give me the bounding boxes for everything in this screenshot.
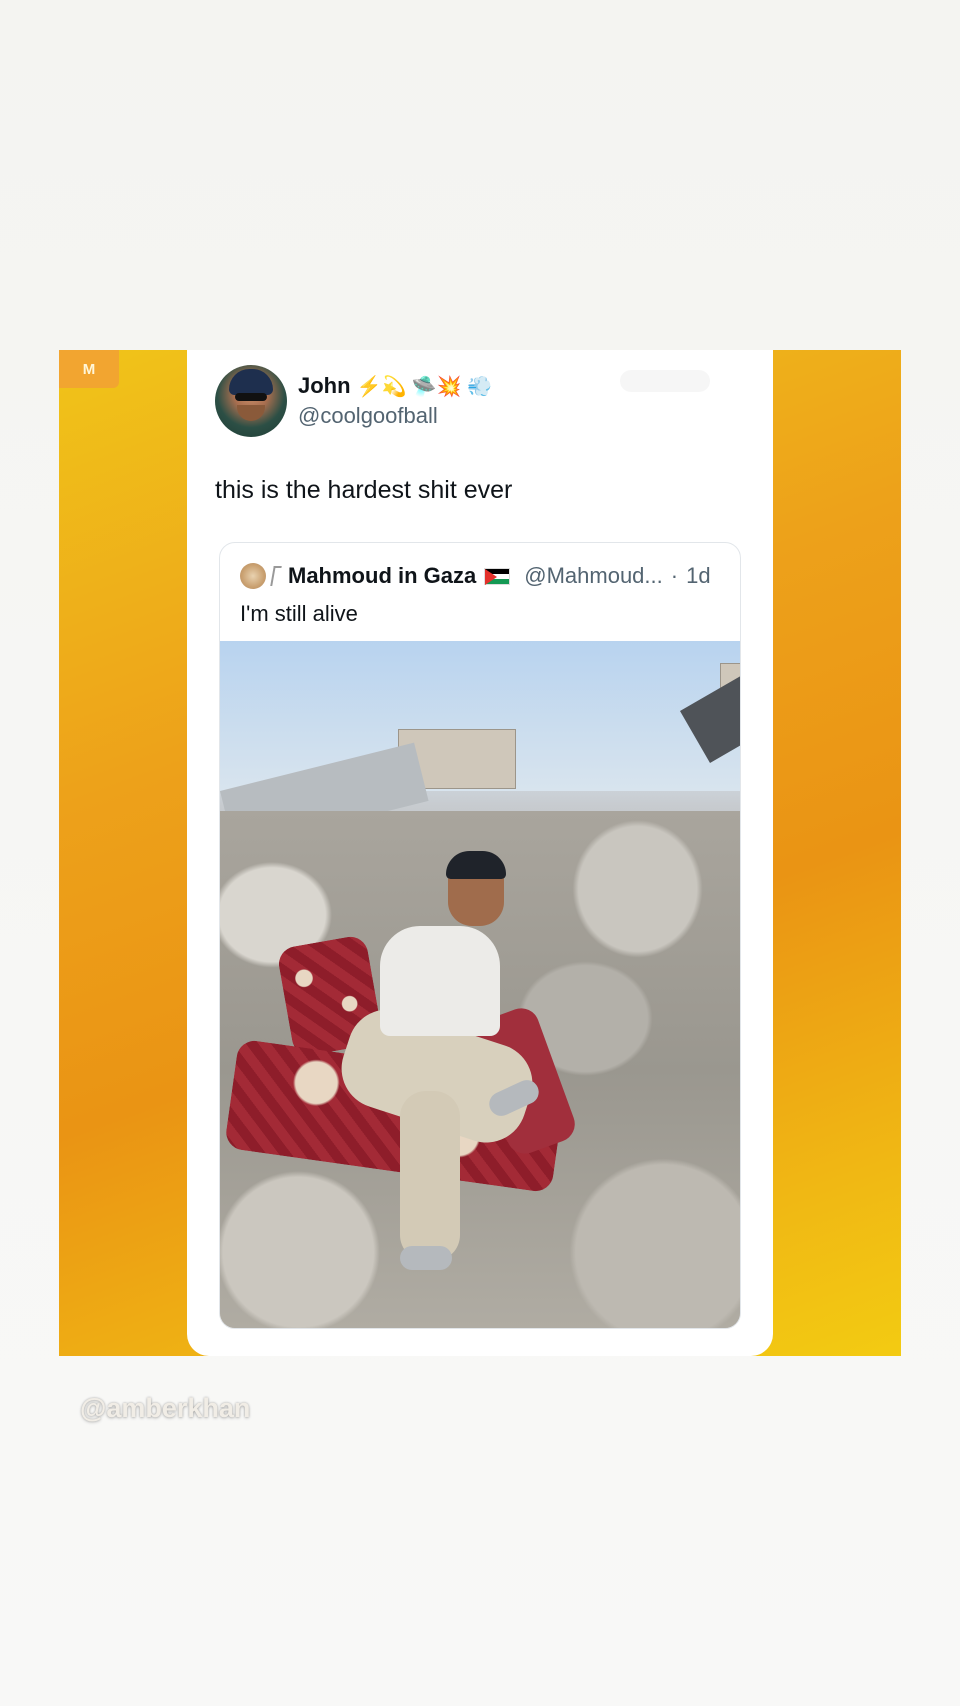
quoted-tweet-photo[interactable] <box>220 641 740 1328</box>
logo-text: M <box>82 360 96 378</box>
author-handle[interactable]: @coolgoofball <box>298 403 492 429</box>
poster-image: M John ⚡️💫 🛸💥 💨 @coolgoofball this is th… <box>59 350 901 1356</box>
logo-badge-icon: M <box>59 350 119 388</box>
photo-person-lower-leg <box>400 1091 460 1261</box>
author-name[interactable]: John <box>298 373 351 399</box>
quoted-tweet-text: I'm still alive <box>240 601 358 626</box>
photo-shoe-left <box>400 1246 452 1270</box>
tweet-text: this is the hardest shit ever <box>215 476 513 504</box>
avatar-beard <box>237 405 265 421</box>
quoted-tweet-header: Mahmoud in Gaza @Mahmoud... · 1d <box>240 563 711 589</box>
palestine-flag-icon <box>484 567 511 585</box>
photo-person-cap <box>446 851 506 879</box>
tweet-author-row[interactable]: John ⚡️💫 🛸💥 💨 @coolgoofball <box>215 365 492 437</box>
author-text: John ⚡️💫 🛸💥 💨 @coolgoofball <box>298 373 492 429</box>
tweet-card[interactable]: John ⚡️💫 🛸💥 💨 @coolgoofball this is the … <box>187 350 773 1356</box>
quoted-author-name[interactable]: Mahmoud in Gaza <box>288 563 476 589</box>
author-emojis: ⚡️💫 🛸💥 💨 <box>356 375 493 398</box>
quoted-tweet[interactable]: Mahmoud in Gaza @Mahmoud... · 1d I'm sti… <box>219 542 741 1329</box>
quoted-author-avatar[interactable] <box>240 563 266 589</box>
quoted-author-badge-icon <box>270 566 282 586</box>
watermark-handle: @amberkhan <box>80 1393 251 1423</box>
avatar-helmet <box>229 369 273 395</box>
quoted-author-handle[interactable]: @Mahmoud... <box>524 563 663 589</box>
avatar-glasses <box>235 393 267 401</box>
author-name-row[interactable]: John ⚡️💫 🛸💥 💨 <box>298 373 492 399</box>
quoted-time[interactable]: 1d <box>686 563 710 589</box>
blurred-follow-button <box>620 370 710 392</box>
author-avatar[interactable] <box>215 365 287 437</box>
quoted-separator: · <box>670 563 679 588</box>
photo-person-shirt <box>380 926 500 1036</box>
